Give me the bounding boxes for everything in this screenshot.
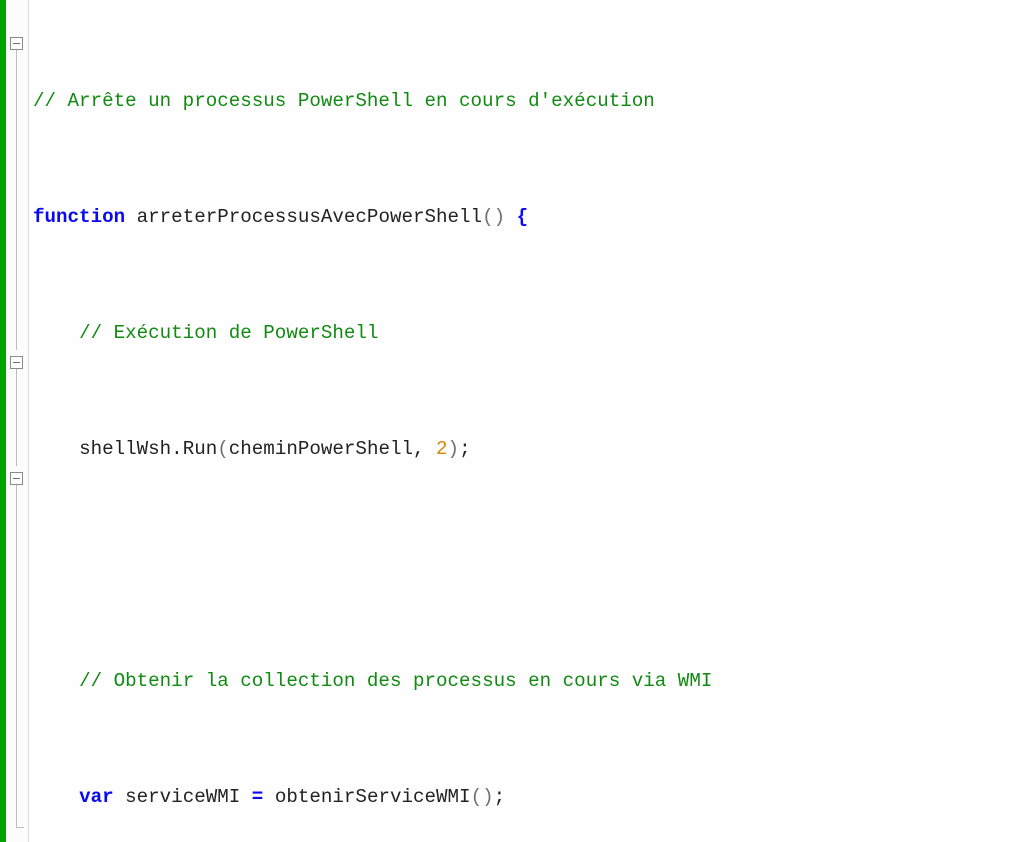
indent [33,322,79,344]
code-line: // Obtenir la collection des processus e… [33,667,1024,696]
call: shellWsh.Run [79,438,217,460]
paren: () [471,786,494,808]
comma: , [413,438,436,460]
code-line-blank [33,551,1024,580]
code-area[interactable]: // Arrête un processus PowerShell en cou… [29,0,1024,842]
keyword-function: function [33,206,125,228]
fold-guide [16,485,17,827]
paren: ) [448,438,460,460]
indent [33,670,79,692]
fold-toggle-for[interactable] [10,356,23,369]
call: obtenirServiceWMI [263,786,470,808]
ident: serviceWMI [114,786,252,808]
code-line: // Exécution de PowerShell [33,319,1024,348]
function-name: arreterProcessusAvecPowerShell [125,206,482,228]
paren: () [482,206,505,228]
equals: = [252,786,264,808]
fold-gutter[interactable] [6,0,29,842]
code-line: shellWsh.Run(cheminPowerShell, 2); [33,435,1024,464]
code-line: // Arrête un processus PowerShell en cou… [33,87,1024,116]
comment: // Obtenir la collection des processus e… [79,670,712,692]
semi: ; [459,438,471,460]
fold-end [16,827,24,828]
paren: ( [217,438,229,460]
keyword-var: var [79,786,114,808]
indent [33,438,79,460]
comment: // Exécution de PowerShell [79,322,378,344]
comment: // Arrête un processus PowerShell en cou… [33,90,655,112]
fold-guide [16,50,17,350]
fold-toggle-if[interactable] [10,472,23,485]
arg: cheminPowerShell [229,438,413,460]
code-line: function arreterProcessusAvecPowerShell(… [33,203,1024,232]
fold-toggle-function[interactable] [10,37,23,50]
semi: ; [494,786,506,808]
code-line: var serviceWMI = obtenirServiceWMI(); [33,783,1024,812]
brace: { [505,206,528,228]
indent [33,786,79,808]
code-editor[interactable]: // Arrête un processus PowerShell en cou… [0,0,1024,842]
number: 2 [436,438,448,460]
fold-guide [16,369,17,466]
